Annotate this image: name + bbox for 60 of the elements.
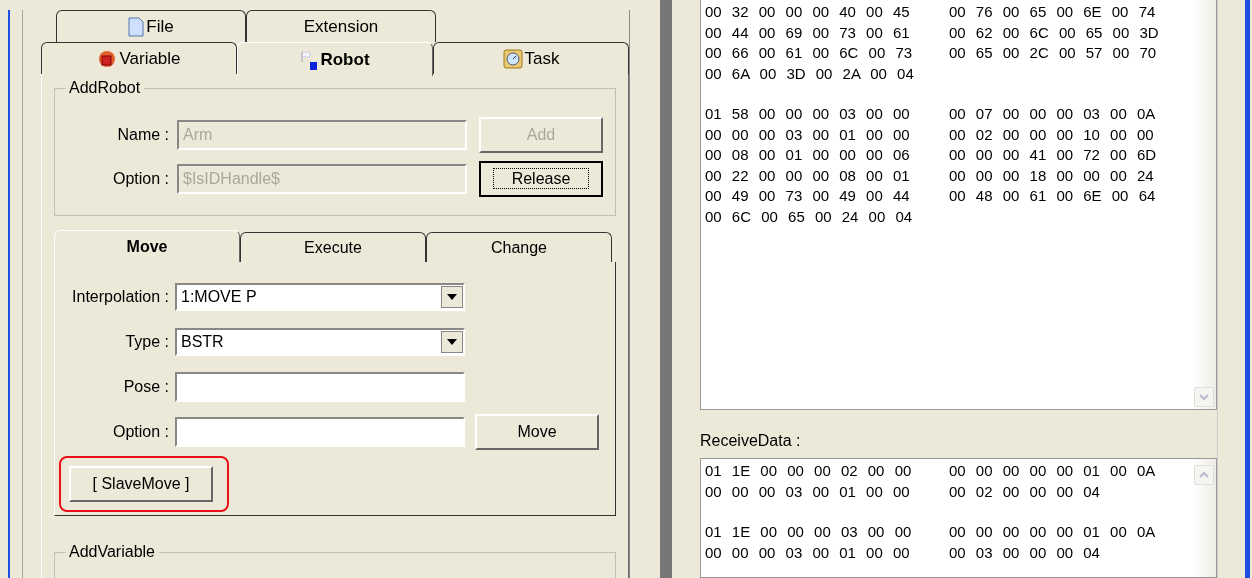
hex-text: 01 1E 00 00 00 03 00 00 <box>705 522 913 542</box>
hex-text: 00 48 00 61 00 6E 00 64 <box>949 186 1157 206</box>
cube-icon <box>97 49 118 68</box>
dropdown[interactable]: 1:MOVE P <box>175 283 465 311</box>
tab[interactable]: Robot <box>237 42 433 76</box>
clock-icon <box>502 48 523 69</box>
hex-text: 00 00 00 00 00 01 00 0A <box>949 461 1157 481</box>
flag-icon <box>300 49 319 70</box>
hex-text: 01 58 00 00 00 03 00 00 <box>705 104 911 124</box>
hex-text: 00 00 00 03 00 01 00 00 <box>705 481 911 502</box>
tab[interactable]: Execute <box>240 232 426 262</box>
hex-text: 00 00 00 00 00 01 00 0A <box>949 522 1157 542</box>
field-label: Option : <box>111 423 169 441</box>
caret-icon <box>447 294 457 300</box>
hex-text: 00 49 00 73 00 49 00 44 <box>705 186 911 206</box>
tab[interactable]: Extension <box>246 10 436 42</box>
field-label: Option : <box>111 170 169 188</box>
hex-text: 00 00 00 03 00 01 00 00 <box>705 124 911 145</box>
scrollbar[interactable] <box>1192 459 1216 577</box>
tab[interactable]: Variable <box>41 42 237 74</box>
caret-icon <box>447 339 457 345</box>
hex-text: 00 08 00 01 00 00 00 06 <box>705 145 911 165</box>
hex-text: 00 65 00 2C 00 57 00 70 <box>949 43 1158 63</box>
tab[interactable]: File <box>56 10 246 42</box>
hex-text: 00 00 00 18 00 00 00 24 <box>949 165 1155 186</box>
hex-text: 00 02 00 00 00 04 <box>949 481 1101 502</box>
scrollbar[interactable] <box>1192 0 1216 409</box>
hex-text: 01 1E 00 00 00 02 00 00 <box>705 461 913 481</box>
hex-text: 00 44 00 69 00 73 00 61 <box>705 22 911 43</box>
send-data-textarea[interactable] <box>700 0 1217 410</box>
hex-text: 00 00 00 03 00 01 00 00 <box>705 542 911 563</box>
scroll-down-icon[interactable] <box>1194 387 1214 407</box>
input-field[interactable] <box>175 417 465 447</box>
hex-text: 00 62 00 6C 00 65 00 3D <box>949 22 1160 43</box>
dropdown[interactable]: BSTR <box>175 328 465 356</box>
hex-text: 00 02 00 00 00 10 00 00 <box>949 124 1155 145</box>
hex-text: 00 22 00 00 00 08 00 01 <box>705 165 911 186</box>
field-label: Type : <box>124 333 169 351</box>
hex-text: 00 66 00 61 00 6C 00 73 <box>705 43 914 63</box>
splitter-bar[interactable] <box>660 0 672 578</box>
hex-text: 00 03 00 00 00 04 <box>949 542 1101 563</box>
field-label: ReceiveData : <box>700 432 802 450</box>
field-label: Name : <box>116 126 169 144</box>
document-icon <box>128 16 145 37</box>
hex-text: 00 76 00 65 00 6E 00 74 <box>949 2 1157 22</box>
tab[interactable]: Change <box>426 232 612 262</box>
hex-text: 00 07 00 00 00 03 00 0A <box>949 104 1157 124</box>
hex-text: 00 00 00 41 00 72 00 6D <box>949 145 1158 165</box>
scroll-up-icon[interactable] <box>1194 465 1214 485</box>
hex-text: 00 6C 00 65 00 24 00 04 <box>705 206 914 227</box>
input-field[interactable] <box>175 372 465 402</box>
hex-text: 00 6A 00 3D 00 2A 00 04 <box>705 63 915 84</box>
move-button[interactable]: Move <box>475 414 599 450</box>
field-label: Interpolation : <box>71 288 169 306</box>
hex-text: 00 32 00 00 00 40 00 45 <box>705 2 911 22</box>
tab[interactable]: Move <box>54 230 240 262</box>
tab[interactable]: Task <box>433 42 629 74</box>
slave-move-button[interactable]: [ SlaveMove ] <box>69 466 213 502</box>
field-label: Pose : <box>122 378 169 396</box>
receive-data-textarea[interactable]: 01 1E 00 00 00 02 00 00 00 00 00 00 00 01 00 0A 00 00 00 03 00 01 00 00 00 02 00 00 00 04 01 1E 00 00 00 03 00 00 00 00 00 00 00 01 00 0A 00 00 00 03 00 01 00 00 00 03 00 00 00 04 <box>700 458 1217 578</box>
